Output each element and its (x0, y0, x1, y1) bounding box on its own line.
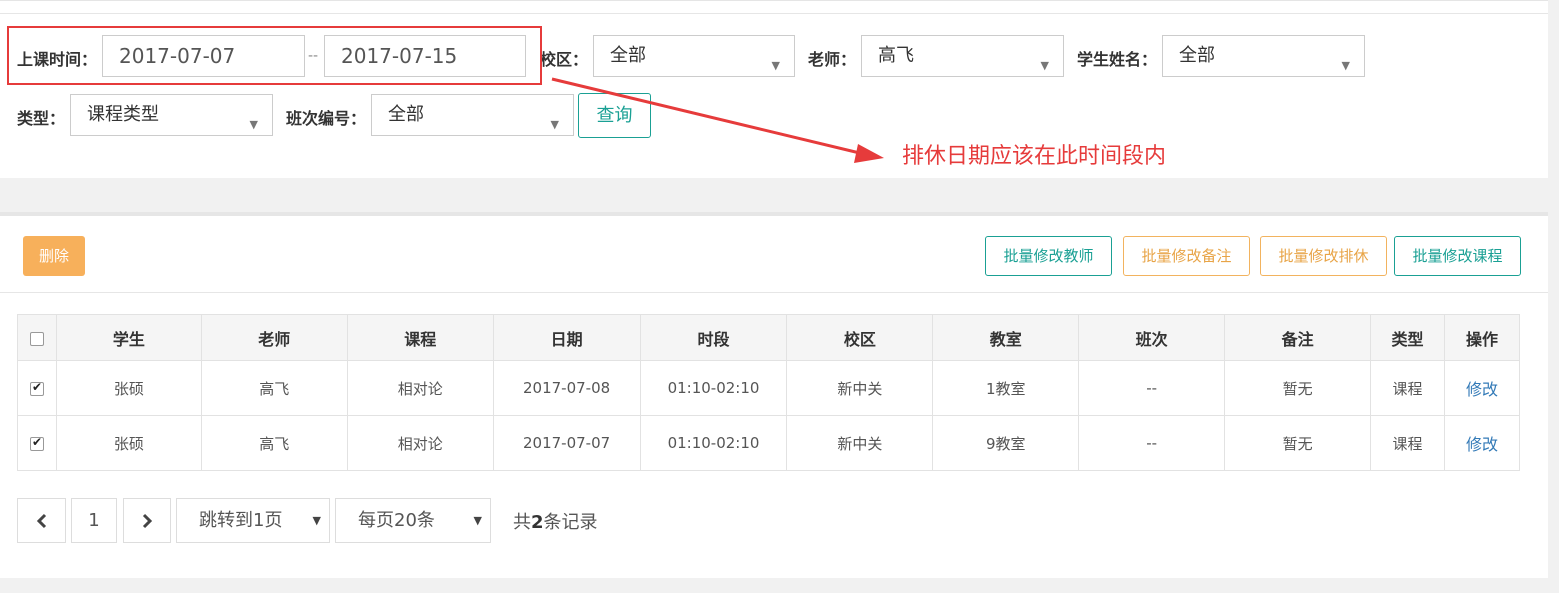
class-cell: -- (1078, 360, 1226, 416)
campus-select-value: 全部 (610, 45, 646, 66)
type-cell: 课程 (1370, 360, 1445, 416)
table-row: 张硕 高飞 相对论 2017-07-07 01:10-02:10 新中关 9教室… (17, 415, 1521, 471)
student-cell: 张硕 (55, 415, 202, 471)
time-cell: 01:10-02:10 (639, 360, 788, 416)
type-select-value: 课程类型 (87, 104, 159, 125)
total-prefix: 共 (513, 512, 531, 533)
page-size-value: 每页20条 (358, 510, 435, 531)
date-cell: 2017-07-07 (492, 415, 641, 471)
class-cell: -- (1078, 415, 1226, 471)
column-header: 老师 (200, 314, 348, 361)
total-suffix: 条记录 (543, 512, 598, 533)
student-label: 学生姓名： (1077, 50, 1158, 69)
course-cell: 相对论 (346, 415, 494, 471)
student-cell: 张硕 (55, 360, 202, 416)
column-header: 教室 (932, 314, 1080, 361)
column-header: 备注 (1224, 314, 1372, 361)
column-header: 操作 (1443, 314, 1521, 361)
batch-teacher-button[interactable]: 批量修改教师 (985, 236, 1112, 276)
caret-down-icon: ▼ (249, 118, 258, 131)
teacher-select[interactable]: 高飞 ▼ (861, 35, 1064, 77)
campus-cell: 新中关 (786, 415, 934, 471)
next-page-button[interactable] (123, 498, 171, 543)
column-header: 校区 (786, 314, 934, 361)
select-all-cell (17, 314, 57, 361)
delete-button[interactable]: 删除 (23, 236, 85, 276)
annotation-text: 排休日期应该在此时间段内 (902, 144, 1167, 169)
chevron-left-icon (36, 513, 46, 529)
row-select-cell (17, 415, 57, 471)
batch-remark-button[interactable]: 批量修改备注 (1123, 236, 1250, 276)
caret-down-icon: ▼ (312, 514, 321, 527)
schedule-table: 学生 老师 课程 日期 时段 校区 教室 班次 备注 类型 操作 张硕 高飞 相… (17, 314, 1521, 471)
class-label: 班次编号： (286, 109, 367, 128)
time-cell: 01:10-02:10 (639, 415, 788, 471)
caret-down-icon: ▼ (473, 514, 482, 527)
prev-page-button[interactable] (17, 498, 66, 543)
batch-course-button[interactable]: 批量修改课程 (1394, 236, 1521, 276)
divider (0, 13, 1548, 14)
campus-label: 校区： (540, 50, 589, 69)
total-records: 共2条记录 (513, 508, 598, 534)
edit-link[interactable]: 修改 (1443, 415, 1521, 471)
column-header: 班次 (1078, 314, 1226, 361)
campus-select[interactable]: 全部 ▼ (593, 35, 795, 77)
caret-down-icon: ▼ (1040, 59, 1049, 72)
caret-down-icon: ▼ (771, 59, 780, 72)
teacher-cell: 高飞 (200, 360, 348, 416)
teacher-label: 老师： (808, 50, 857, 69)
edit-link[interactable]: 修改 (1443, 360, 1521, 416)
table-header-row: 学生 老师 课程 日期 时段 校区 教室 班次 备注 类型 操作 (17, 314, 1521, 361)
column-header: 学生 (55, 314, 202, 361)
column-header: 类型 (1370, 314, 1445, 361)
column-header: 日期 (492, 314, 641, 361)
type-label: 类型： (17, 109, 66, 128)
jump-page-select[interactable]: 跳转到1页 ▼ (176, 498, 330, 543)
caret-down-icon: ▼ (550, 118, 559, 131)
row-checkbox[interactable] (29, 435, 44, 451)
page-size-select[interactable]: 每页20条 ▼ (335, 498, 491, 543)
remark-cell: 暂无 (1224, 415, 1372, 471)
class-select-value: 全部 (388, 104, 424, 125)
row-checkbox[interactable] (29, 380, 44, 396)
divider (0, 292, 1548, 293)
teacher-cell: 高飞 (200, 415, 348, 471)
type-cell: 课程 (1370, 415, 1445, 471)
class-select[interactable]: 全部 ▼ (371, 94, 574, 136)
column-header: 时段 (639, 314, 788, 361)
remark-cell: 暂无 (1224, 360, 1372, 416)
total-count: 2 (531, 512, 544, 533)
column-header: 课程 (346, 314, 494, 361)
annotation-highlight-box (7, 26, 542, 85)
row-select-cell (17, 360, 57, 416)
room-cell: 9教室 (932, 415, 1080, 471)
caret-down-icon: ▼ (1341, 59, 1350, 72)
student-select-value: 全部 (1179, 45, 1215, 66)
chevron-right-icon (142, 513, 153, 529)
jump-page-value: 跳转到1页 (199, 510, 283, 531)
batch-rest-button[interactable]: 批量修改排休 (1260, 236, 1387, 276)
course-cell: 相对论 (346, 360, 494, 416)
teacher-select-value: 高飞 (878, 45, 914, 66)
room-cell: 1教室 (932, 360, 1080, 416)
type-select[interactable]: 课程类型 ▼ (70, 94, 273, 136)
query-button[interactable]: 查询 (578, 93, 651, 138)
date-cell: 2017-07-08 (492, 360, 641, 416)
student-select[interactable]: 全部 ▼ (1162, 35, 1365, 77)
campus-cell: 新中关 (786, 360, 934, 416)
current-page[interactable]: 1 (71, 498, 117, 543)
table-row: 张硕 高飞 相对论 2017-07-08 01:10-02:10 新中关 1教室… (17, 360, 1521, 416)
select-all-checkbox[interactable] (29, 331, 44, 346)
